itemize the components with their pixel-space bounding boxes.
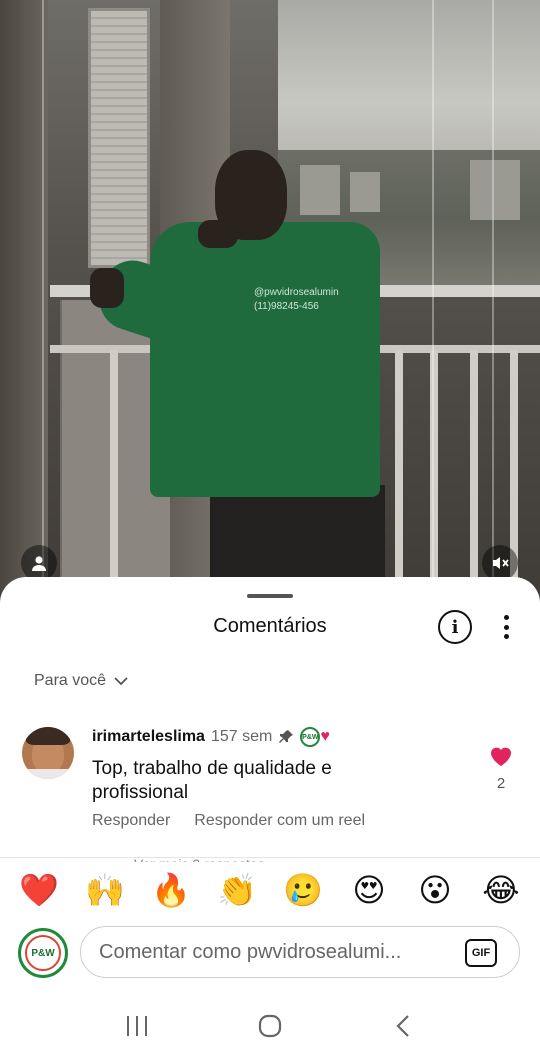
comment-item: irimarteleslima 157 sem P&W ♥ Top, traba…: [22, 727, 522, 837]
comment-filter-dropdown[interactable]: Para você: [34, 672, 128, 690]
emoji-fire[interactable]: 🔥: [147, 870, 195, 910]
shirt-print-phone: (11)98245-456: [254, 301, 319, 312]
tagged-user-button[interactable]: [21, 545, 57, 581]
chevron-down-icon: [114, 677, 128, 686]
info-icon: i: [451, 616, 459, 638]
comment-actions: Responder Responder com um reel: [92, 812, 365, 830]
reply-button[interactable]: Responder: [92, 812, 170, 830]
comments-sheet: Comentários i Para você irimarteleslima …: [0, 577, 540, 1054]
emoji-smiling-tear[interactable]: 🥲: [279, 870, 327, 910]
pin-icon: [279, 730, 294, 743]
system-nav-bar: [0, 997, 540, 1054]
video-person-shirt: [150, 222, 380, 497]
mute-button[interactable]: [482, 545, 518, 581]
shirt-print-handle: @pwvidrosealumin: [254, 287, 339, 298]
brand-logo: P&W: [25, 935, 61, 971]
current-user-avatar[interactable]: P&W: [18, 928, 68, 978]
emoji-surprised[interactable]: 😮: [411, 870, 459, 910]
home-icon: [258, 1014, 282, 1037]
view-replies-peek[interactable]: Ver mais 2 respostas: [134, 850, 334, 862]
comment-input-placeholder: Comentar como pwvidrosealumi...: [99, 940, 402, 963]
recents-icon: [126, 1015, 147, 1036]
comment-input[interactable]: Comentar como pwvidrosealumi... GIF: [80, 926, 520, 978]
like-container: 2: [488, 745, 514, 792]
filter-label: Para você: [34, 672, 107, 689]
home-button[interactable]: [250, 1006, 290, 1046]
video-shutter: [88, 8, 150, 268]
video-building: [300, 165, 340, 215]
video-building: [350, 172, 380, 212]
emoji-clap[interactable]: 👏: [213, 870, 261, 910]
mute-icon: [493, 557, 509, 569]
more-button[interactable]: [494, 613, 518, 641]
video-person-hand: [198, 220, 238, 248]
video-person-hand: [90, 268, 124, 308]
video-building: [470, 160, 520, 220]
comment-text: Top, trabalho de qualidade e profissiona…: [92, 758, 332, 803]
brand-logo-text: P&W: [31, 947, 55, 959]
video-player[interactable]: @pwvidrosealumin (11)98245-456: [0, 0, 540, 620]
emoji-reaction-bar: ❤️ 🙌 🔥 👏 🥲 😍 😮 😂: [0, 865, 540, 915]
video-wall: [0, 0, 48, 620]
comment-header: irimarteleslima 157 sem P&W ♥: [92, 727, 330, 747]
comment-username[interactable]: irimarteleslima: [92, 728, 205, 746]
back-icon: [396, 1014, 410, 1037]
drag-handle[interactable]: [247, 594, 293, 598]
recents-button[interactable]: [117, 1006, 157, 1046]
shirt-print: @pwvidrosealumin (11)98245-456: [254, 286, 374, 314]
divider: [0, 857, 540, 858]
user-icon: [32, 556, 46, 571]
more-icon: [503, 615, 509, 620]
more-icon-dot: [503, 634, 509, 639]
video-glass-line: [492, 0, 494, 620]
gif-button[interactable]: GIF: [465, 939, 497, 967]
info-button[interactable]: i: [438, 610, 472, 644]
creator-heart-icon: ♥: [320, 728, 330, 745]
avatar-shirt: [22, 769, 74, 779]
comment-composer: P&W Comentar como pwvidrosealumi... GIF: [0, 922, 540, 982]
emoji-heart[interactable]: ❤️: [15, 870, 63, 910]
mini-logo-text: P&W: [302, 733, 319, 741]
more-icon-dot: [503, 624, 509, 630]
video-glass-line: [42, 0, 44, 620]
like-count: 2: [496, 775, 506, 792]
emoji-raised-hands[interactable]: 🙌: [81, 870, 129, 910]
back-button[interactable]: [383, 1006, 423, 1046]
avatar[interactable]: [22, 727, 74, 779]
avatar-hair: [26, 727, 70, 745]
creator-liked-logo: P&W: [300, 727, 321, 747]
gif-icon: GIF: [471, 947, 491, 959]
comment-time: 157 sem: [210, 728, 273, 745]
reply-with-reel-button[interactable]: Responder com um reel: [194, 812, 365, 830]
heart-icon[interactable]: [489, 745, 513, 767]
emoji-laughing[interactable]: 😂: [477, 870, 525, 910]
video-sky: [278, 0, 540, 170]
emoji-heart-eyes[interactable]: 😍: [345, 870, 393, 910]
video-glass-line: [432, 0, 434, 620]
